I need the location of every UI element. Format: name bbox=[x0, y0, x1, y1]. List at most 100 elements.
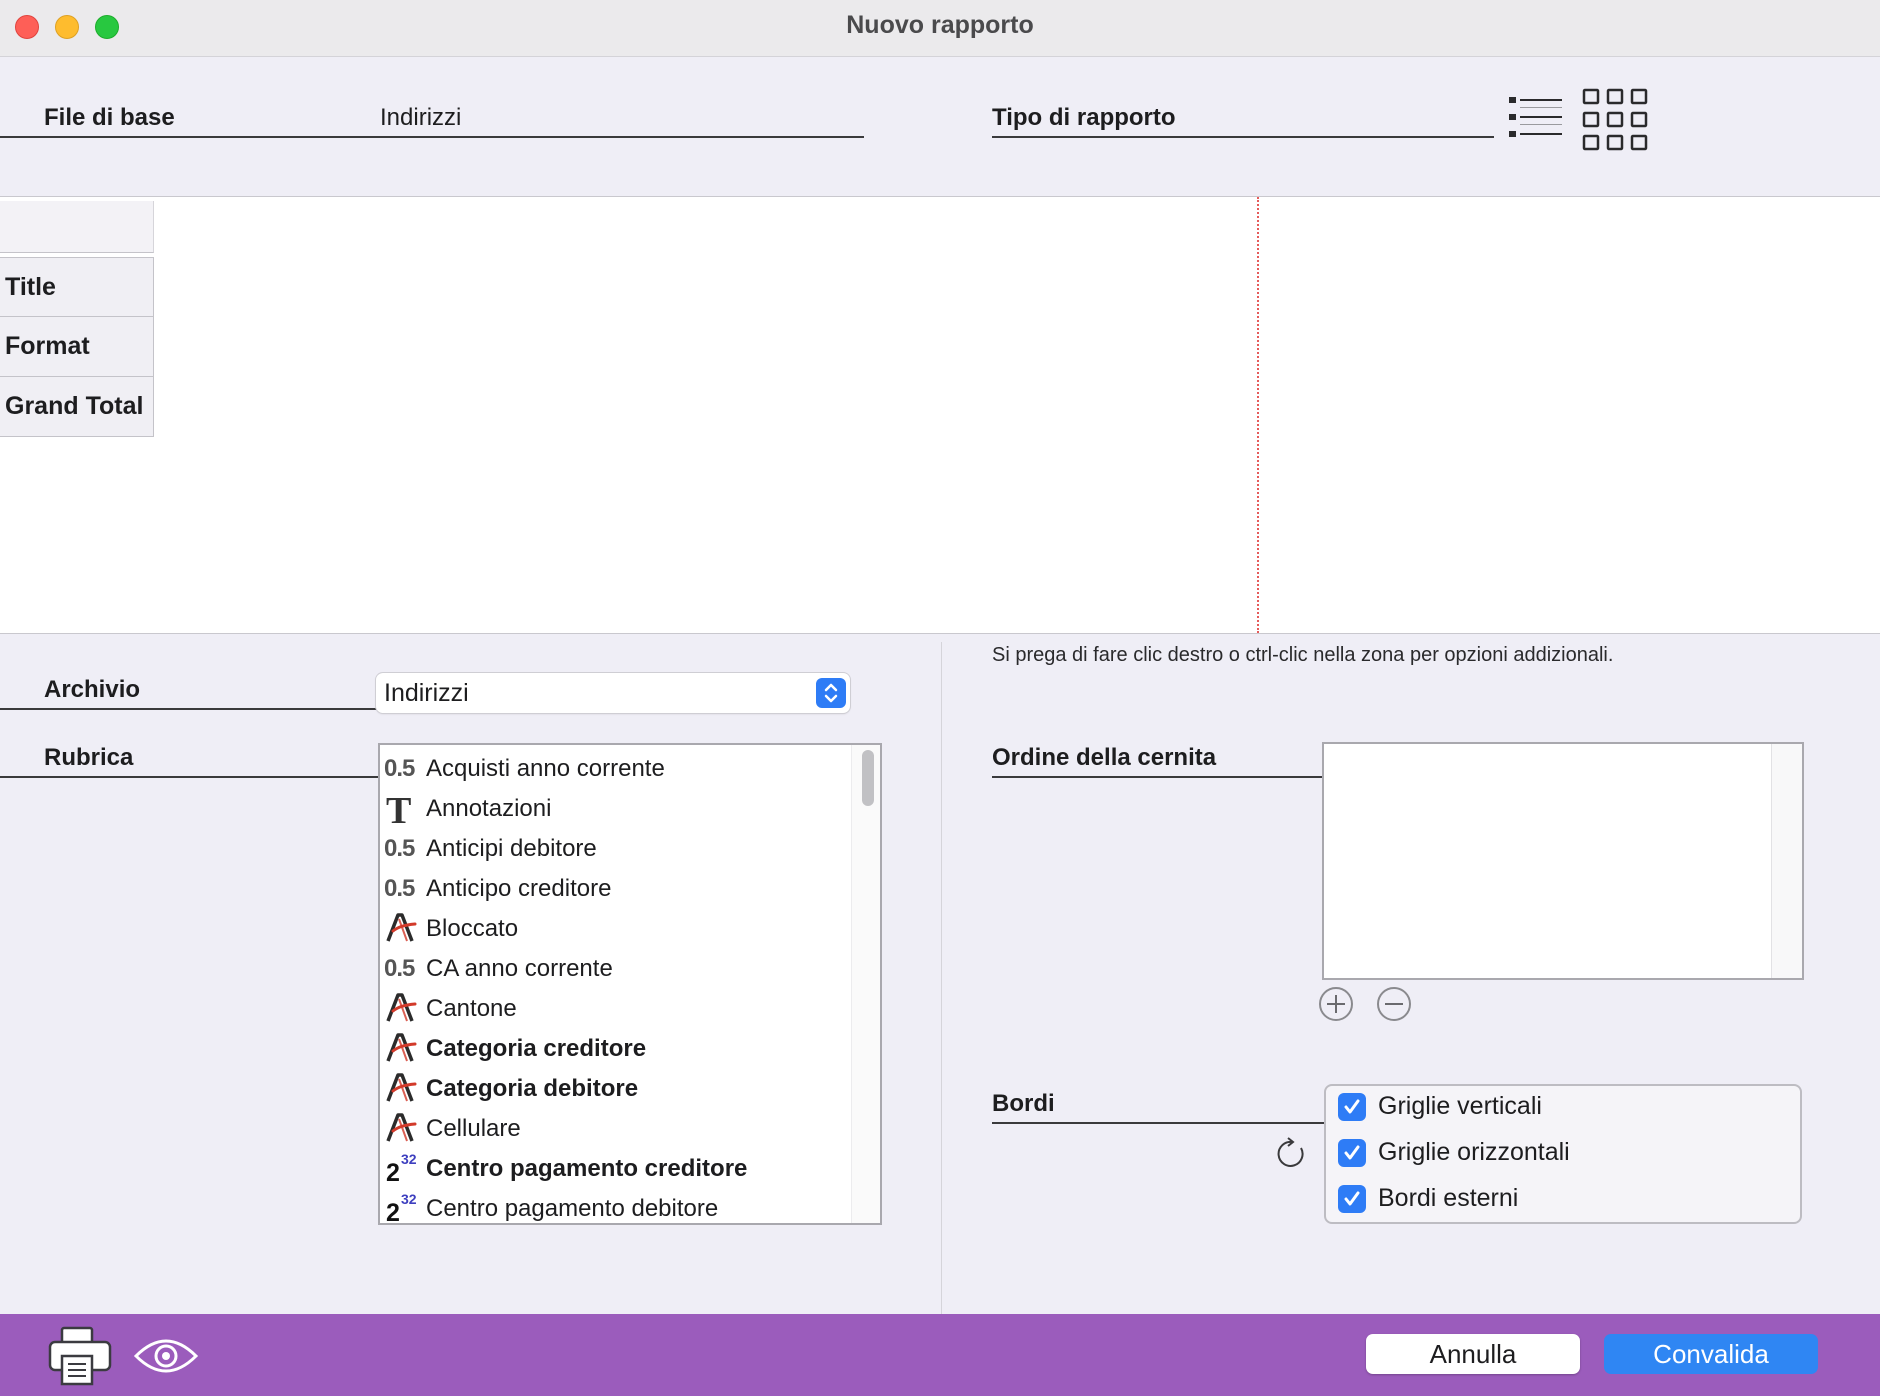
outer-borders-checkbox-row[interactable]: Bordi esterni bbox=[1338, 1184, 1518, 1213]
archive-underline bbox=[0, 708, 376, 710]
alpha-type-icon bbox=[384, 911, 422, 947]
longint-type-exponent: 32 bbox=[401, 1151, 417, 1167]
field-list-scrollbar[interactable] bbox=[862, 750, 874, 806]
field-list-item[interactable]: T Annotazioni bbox=[384, 789, 844, 832]
real-type-glyph: 0.5 bbox=[384, 755, 415, 782]
base-file-label: File di base bbox=[44, 104, 175, 131]
field-list-item[interactable]: Categoria creditore bbox=[384, 1029, 844, 1069]
field-list-item[interactable]: 0.5 Anticipo creditore bbox=[384, 869, 844, 909]
checkmark-icon bbox=[1344, 1145, 1360, 1159]
field-list-item-label: Anticipi debitore bbox=[426, 835, 597, 862]
sort-order-underline bbox=[992, 776, 1322, 778]
vertical-grid-label: Griglie verticali bbox=[1378, 1092, 1542, 1120]
chevron-up-down-icon bbox=[816, 678, 846, 708]
sort-order-scroll-strip bbox=[1771, 744, 1802, 978]
field-list-item-label: Centro pagamento debitore bbox=[426, 1195, 719, 1222]
longint-type-icon: 2 32 bbox=[384, 1191, 422, 1225]
real-type-icon: 0.5 bbox=[384, 751, 422, 787]
sort-order-label: Ordine della cernita bbox=[992, 744, 1217, 771]
horizontal-grid-checkbox[interactable] bbox=[1338, 1138, 1366, 1167]
real-type-icon: 0.5 bbox=[384, 831, 422, 867]
field-list-item-label: Anticipo creditore bbox=[426, 875, 612, 902]
field-list-scroll-track[interactable] bbox=[851, 745, 880, 1223]
list-report-icon[interactable] bbox=[1508, 94, 1564, 142]
field-list-item-label: Cantone bbox=[426, 995, 517, 1022]
real-type-glyph: 0.5 bbox=[384, 875, 415, 902]
page-width-guide[interactable] bbox=[1257, 197, 1259, 633]
alpha-type-icon bbox=[384, 1071, 422, 1107]
field-list-item[interactable]: 0.5 Acquisti anno corrente bbox=[384, 749, 844, 789]
reset-borders-icon[interactable] bbox=[1274, 1136, 1310, 1172]
field-list-item[interactable]: Categoria debitore bbox=[384, 1069, 844, 1109]
preview-eye-icon[interactable] bbox=[134, 1334, 198, 1378]
alpha-type-icon bbox=[384, 1111, 422, 1147]
field-list-item[interactable]: 0.5 CA anno corrente bbox=[384, 949, 844, 989]
field-list-item-label: Centro pagamento creditore bbox=[426, 1155, 748, 1182]
outer-borders-label: Bordi esterni bbox=[1378, 1184, 1519, 1212]
title-bar: Nuovo rapporto bbox=[0, 0, 1880, 57]
bottom-toolbar bbox=[0, 1314, 1880, 1396]
fields-underline bbox=[0, 776, 378, 778]
field-list-item[interactable]: Cantone bbox=[384, 989, 844, 1029]
longint-type-icon: 2 32 bbox=[384, 1151, 422, 1187]
field-list-item-label: CA anno corrente bbox=[426, 955, 613, 982]
real-type-icon: 0.5 bbox=[384, 871, 422, 907]
longint-type-base: 2 bbox=[386, 1199, 400, 1225]
checkmark-icon bbox=[1344, 1099, 1360, 1113]
field-list-item[interactable]: 2 32 Centro pagamento creditore bbox=[384, 1149, 844, 1189]
borders-underline bbox=[992, 1122, 1324, 1124]
checkmark-icon bbox=[1344, 1191, 1360, 1205]
archive-select-value: Indirizzi bbox=[384, 679, 469, 707]
field-list-item-label: Annotazioni bbox=[426, 795, 552, 822]
archive-select[interactable]: Indirizzi bbox=[376, 673, 850, 713]
cancel-button[interactable]: Annulla bbox=[1366, 1334, 1580, 1374]
horizontal-grid-label: Griglie orizzontali bbox=[1378, 1138, 1570, 1166]
alpha-type-icon bbox=[384, 991, 422, 1027]
print-icon[interactable] bbox=[48, 1326, 112, 1386]
base-file-value: Indirizzi bbox=[380, 104, 462, 131]
report-type-underline bbox=[992, 136, 1494, 138]
archive-label: Archivio bbox=[44, 676, 141, 703]
borders-label: Bordi bbox=[992, 1090, 1055, 1117]
add-sort-icon[interactable] bbox=[1318, 986, 1354, 1022]
remove-sort-icon[interactable] bbox=[1376, 986, 1412, 1022]
real-type-glyph: 0.5 bbox=[384, 835, 415, 862]
layout-row-grand-total[interactable]: Grand Total bbox=[0, 377, 154, 437]
grid-report-icon[interactable] bbox=[1582, 88, 1648, 152]
borders-options-box: Griglie verticali Griglie orizzontali Bo… bbox=[1324, 1084, 1802, 1224]
field-list-item-label: Categoria creditore bbox=[426, 1035, 647, 1062]
sort-order-list[interactable] bbox=[1322, 742, 1804, 980]
layout-row-format[interactable]: Format bbox=[0, 317, 154, 377]
report-layout-area[interactable]: Title Format Grand Total bbox=[0, 196, 1880, 634]
text-type-icon: T bbox=[384, 790, 422, 832]
field-list[interactable]: 0.5 Acquisti anno corrente T Annotazioni 0.5… bbox=[378, 743, 882, 1225]
alpha-type-icon bbox=[384, 1031, 422, 1067]
field-list-item[interactable]: 2 32 Centro pagamento debitore bbox=[384, 1189, 844, 1225]
fields-label: Rubrica bbox=[44, 744, 134, 771]
outer-borders-checkbox[interactable] bbox=[1338, 1184, 1366, 1213]
context-menu-hint: Si prega di fare clic destro o ctrl-clic… bbox=[992, 644, 1614, 666]
base-file-underline bbox=[0, 136, 864, 138]
longint-type-exponent: 32 bbox=[401, 1191, 417, 1207]
field-list-item[interactable]: 0.5 Anticipi debitore bbox=[384, 829, 844, 869]
vertical-grid-checkbox[interactable] bbox=[1338, 1092, 1366, 1121]
field-list-item[interactable]: Bloccato bbox=[384, 909, 844, 949]
horizontal-grid-checkbox-row[interactable]: Griglie orizzontali bbox=[1338, 1138, 1570, 1167]
field-list-item-label: Acquisti anno corrente bbox=[426, 755, 665, 782]
longint-type-base: 2 bbox=[386, 1159, 400, 1187]
text-type-glyph: T bbox=[386, 790, 412, 832]
layout-corner-cell bbox=[0, 201, 154, 253]
validate-button[interactable]: Convalida bbox=[1604, 1334, 1818, 1374]
field-list-item-label: Categoria debitore bbox=[426, 1075, 639, 1102]
real-type-glyph: 0.5 bbox=[384, 955, 415, 982]
report-type-label: Tipo di rapporto bbox=[992, 104, 1176, 131]
field-list-item[interactable]: Cellulare bbox=[384, 1109, 844, 1149]
layout-row-title[interactable]: Title bbox=[0, 257, 154, 317]
real-type-icon: 0.5 bbox=[384, 951, 422, 987]
field-list-item-label: Cellulare bbox=[426, 1115, 521, 1142]
report-editor-window: Nuovo rapporto File di base Indirizzi Ti… bbox=[0, 0, 1880, 1396]
vertical-grid-checkbox-row[interactable]: Griglie verticali bbox=[1338, 1092, 1542, 1121]
window-title: Nuovo rapporto bbox=[846, 11, 1034, 39]
section-divider bbox=[941, 642, 942, 1314]
field-list-item-label: Bloccato bbox=[426, 915, 519, 942]
